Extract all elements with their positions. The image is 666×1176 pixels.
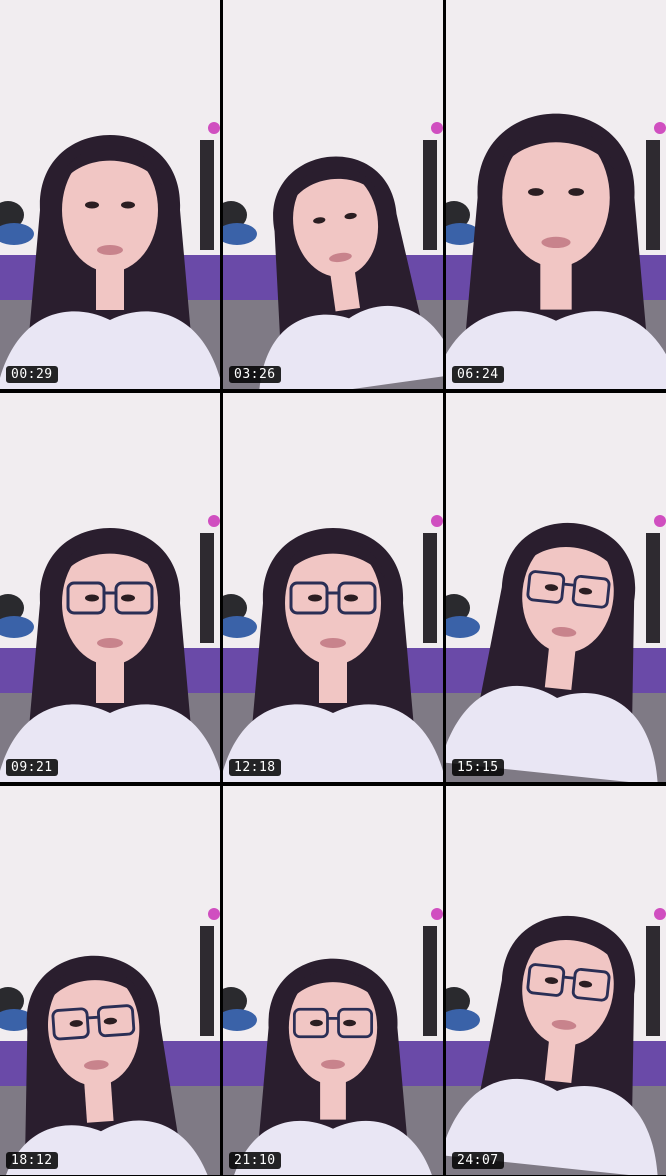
hanging-clothes [423, 140, 437, 250]
hanging-clothes [423, 926, 437, 1036]
pink-ornament [654, 122, 666, 134]
right-eye [121, 594, 135, 602]
lips [321, 1059, 345, 1069]
lips [320, 638, 346, 648]
right-eye [568, 188, 584, 196]
pink-ornament [208, 515, 220, 527]
hanging-clothes [200, 140, 214, 250]
video-frame-7[interactable]: 18:12 [0, 786, 220, 1175]
frame-scene [0, 393, 220, 782]
right-eye [343, 1019, 356, 1027]
video-frame-9[interactable]: 24:07 [446, 786, 666, 1175]
right-eye [121, 201, 135, 209]
video-frame-1[interactable]: 00:29 [0, 0, 220, 389]
frame-timestamp: 24:07 [452, 1152, 504, 1169]
frame-timestamp: 21:10 [229, 1152, 281, 1169]
lips [97, 245, 123, 255]
left-eye [85, 201, 99, 209]
pink-ornament [208, 908, 220, 920]
video-frame-8[interactable]: 21:10 [223, 786, 443, 1175]
frame-scene [223, 0, 443, 389]
lips [541, 236, 571, 248]
pink-ornament [431, 122, 443, 134]
video-frame-5[interactable]: 12:18 [223, 393, 443, 782]
hanging-clothes [646, 140, 660, 250]
frame-scene [446, 0, 666, 389]
hanging-clothes [200, 926, 214, 1036]
left-eye [85, 594, 99, 602]
contact-sheet-grid: 00:29 03:26 06:24 09:21 12:18 15:15 18:1… [0, 0, 666, 1176]
video-frame-3[interactable]: 06:24 [446, 0, 666, 389]
frame-timestamp: 03:26 [229, 366, 281, 383]
left-eye [308, 594, 322, 602]
frame-scene [0, 0, 220, 389]
left-eye [310, 1019, 323, 1027]
frame-scene [446, 393, 666, 782]
left-eye [528, 188, 544, 196]
frame-timestamp: 00:29 [6, 366, 58, 383]
hanging-clothes [646, 926, 660, 1036]
frame-timestamp: 18:12 [6, 1152, 58, 1169]
hanging-clothes [423, 533, 437, 643]
frame-timestamp: 12:18 [229, 759, 281, 776]
frame-scene [446, 786, 666, 1175]
frame-scene [0, 786, 220, 1175]
frame-timestamp: 09:21 [6, 759, 58, 776]
hanging-clothes [646, 533, 660, 643]
frame-scene [223, 393, 443, 782]
pink-ornament [654, 515, 666, 527]
lips [97, 638, 123, 648]
video-frame-4[interactable]: 09:21 [0, 393, 220, 782]
hanging-clothes [200, 533, 214, 643]
frame-timestamp: 15:15 [452, 759, 504, 776]
video-frame-2[interactable]: 03:26 [223, 0, 443, 389]
right-eye [344, 594, 358, 602]
video-frame-6[interactable]: 15:15 [446, 393, 666, 782]
pink-ornament [431, 515, 443, 527]
pink-ornament [208, 122, 220, 134]
frame-scene [223, 786, 443, 1175]
pink-ornament [431, 908, 443, 920]
pink-ornament [654, 908, 666, 920]
frame-timestamp: 06:24 [452, 366, 504, 383]
